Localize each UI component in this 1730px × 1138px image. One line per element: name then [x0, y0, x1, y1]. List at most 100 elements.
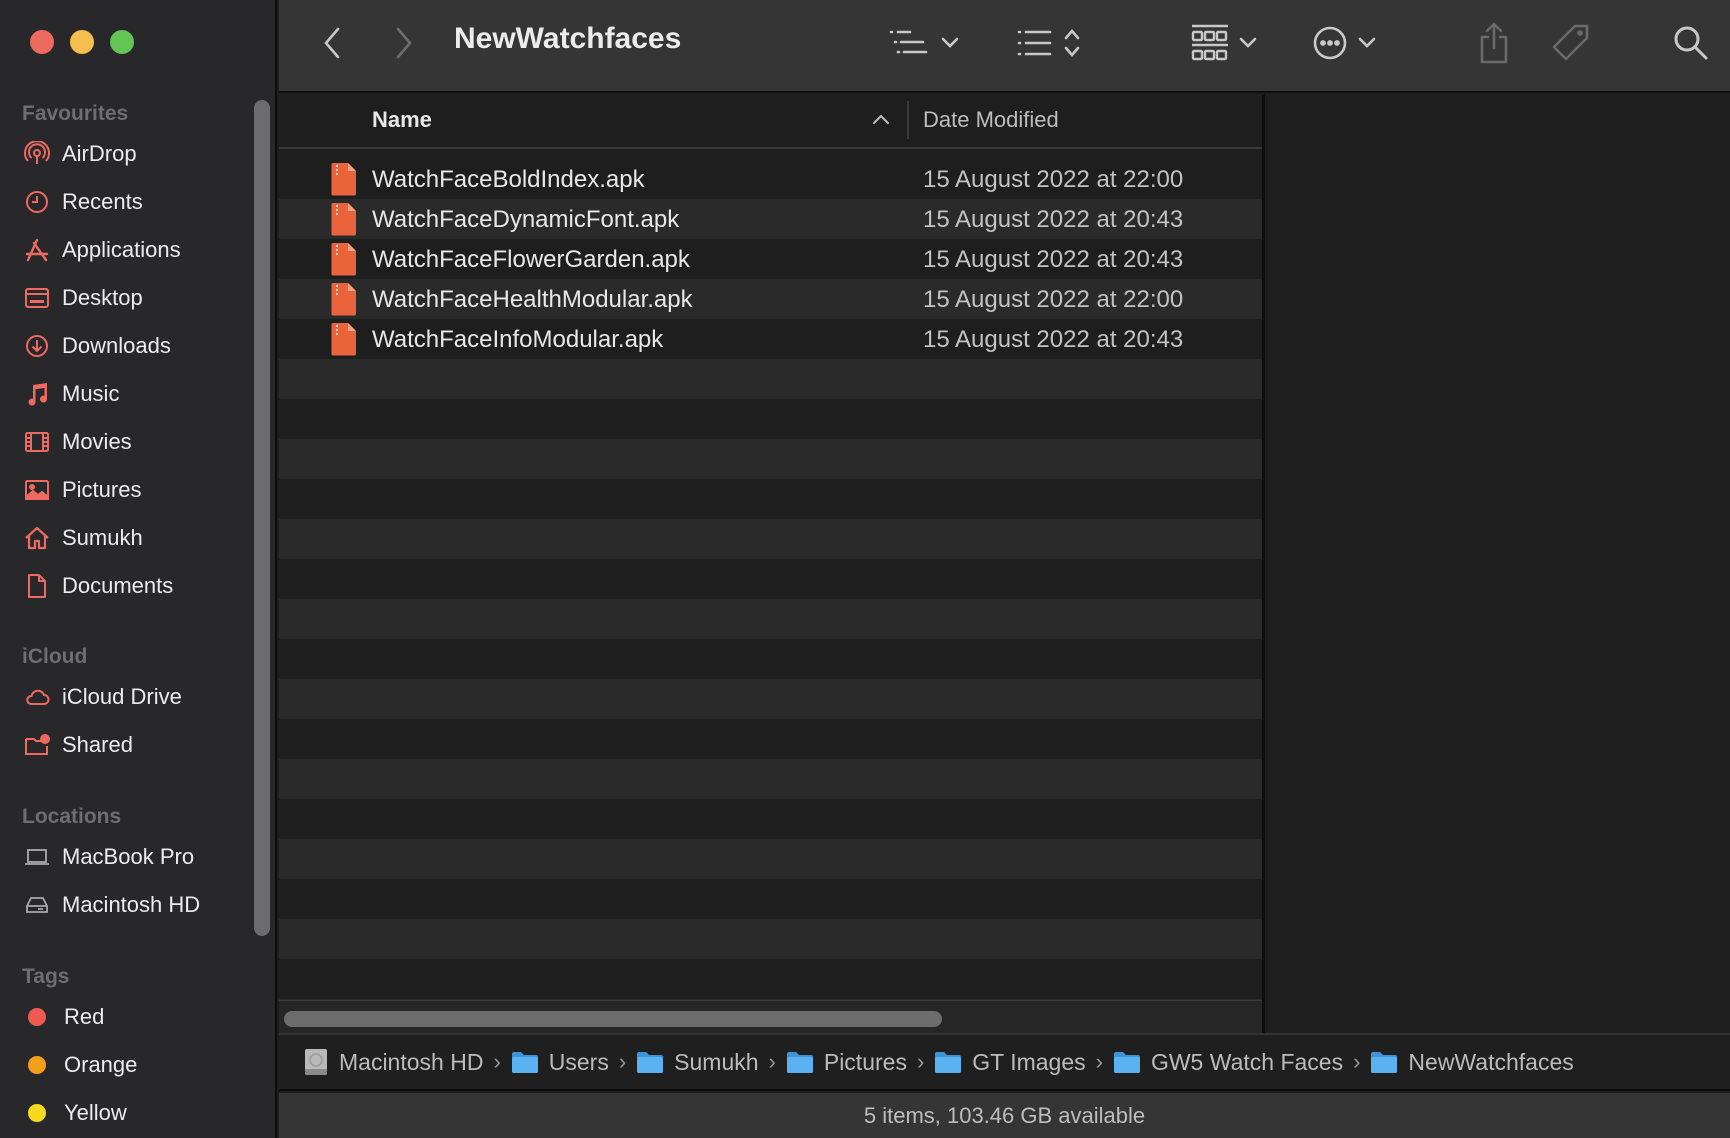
group-sort-button[interactable]: [1009, 20, 1089, 66]
sidebar-item-movies[interactable]: Movies: [22, 422, 250, 462]
empty-row: [279, 399, 1262, 439]
sidebar-scrollbar[interactable]: [254, 100, 270, 936]
forward-button[interactable]: [389, 20, 419, 66]
sidebar-item-downloads[interactable]: Downloads: [22, 326, 250, 366]
tag-icon: [1552, 24, 1589, 61]
folder-icon: [786, 1052, 813, 1073]
file-row[interactable]: WatchFaceDynamicFont.apk 15 August 2022 a…: [279, 199, 1262, 239]
empty-row: [279, 879, 1262, 919]
column-header-date-modified[interactable]: Date Modified: [923, 107, 1059, 133]
file-row[interactable]: WatchFaceBoldIndex.apk 15 August 2022 at …: [279, 159, 1262, 199]
file-row[interactable]: WatchFaceFlowerGarden.apk 15 August 2022 …: [279, 239, 1262, 279]
empty-row: [279, 599, 1262, 639]
archive-file-icon: [331, 163, 356, 196]
path-crumb-label: Users: [548, 1048, 609, 1075]
icon-grid-icon: [1191, 24, 1228, 61]
table-header: Name Date Modified: [279, 95, 1262, 149]
share-button[interactable]: [1474, 20, 1514, 66]
path-crumb[interactable]: NewWatchfaces: [1370, 1049, 1574, 1076]
empty-row: [279, 839, 1262, 879]
cloud-icon: [22, 682, 52, 712]
path-crumb[interactable]: Pictures: [786, 1049, 907, 1076]
shared-folder-icon: [22, 730, 52, 760]
archive-file-icon: [331, 283, 356, 316]
view-options-button[interactable]: [884, 20, 964, 66]
path-crumb-label: Sumukh: [674, 1048, 759, 1075]
sidebar-item-macintosh-hd[interactable]: Macintosh HD: [22, 885, 250, 925]
window-title: NewWatchfaces: [454, 22, 682, 55]
sidebar-section-icloud: iCloud: [22, 645, 88, 668]
file-name: WatchFaceFlowerGarden.apk: [372, 246, 690, 273]
path-crumb[interactable]: Users: [511, 1049, 609, 1076]
gallery-view-button[interactable]: [1184, 20, 1264, 66]
document-icon: [22, 571, 52, 601]
file-row[interactable]: WatchFaceHealthModular.apk 15 August 2022…: [279, 279, 1262, 319]
path-separator-icon: ›: [618, 1049, 627, 1074]
path-crumb[interactable]: Sumukh: [636, 1048, 759, 1076]
applications-icon: [22, 235, 52, 265]
sidebar-item-label: Downloads: [62, 333, 171, 358]
sidebar-item-macbook-pro[interactable]: MacBook Pro: [22, 837, 250, 877]
empty-row: [279, 799, 1262, 839]
chevron-down-icon: [1358, 37, 1376, 48]
search-button[interactable]: [1669, 20, 1713, 66]
sidebar-item-sumukh[interactable]: Sumukh: [22, 518, 250, 558]
sidebar-item-desktop[interactable]: Desktop: [22, 278, 250, 318]
back-button[interactable]: [317, 20, 347, 66]
clock-icon: [22, 187, 52, 217]
sidebar-item-pictures[interactable]: Pictures: [22, 470, 250, 510]
disk-icon: [305, 1049, 327, 1075]
file-row[interactable]: WatchFaceInfoModular.apk 15 August 2022 a…: [279, 319, 1262, 359]
horizontal-scrollbar[interactable]: [279, 1000, 1262, 1033]
archive-file-icon: [331, 243, 356, 276]
sidebar-item-label: Macintosh HD: [62, 892, 201, 917]
sidebar-item-music[interactable]: Music: [22, 374, 250, 414]
horizontal-scrollbar-thumb[interactable]: [284, 1011, 942, 1027]
path-crumb[interactable]: GT Images: [934, 1048, 1086, 1076]
sidebar-tag-orange[interactable]: Orange: [22, 1045, 250, 1085]
sort-ascending-icon[interactable]: [872, 113, 890, 125]
empty-row: [279, 759, 1262, 799]
sidebar-item-airdrop[interactable]: AirDrop: [22, 134, 250, 174]
empty-row: [279, 439, 1262, 479]
path-crumb[interactable]: GW5 Watch Faces: [1113, 1049, 1343, 1076]
sidebar-tag-yellow[interactable]: Yellow: [22, 1093, 250, 1133]
column-divider[interactable]: [907, 101, 909, 139]
file-date-modified: 15 August 2022 at 20:43: [923, 246, 1184, 273]
zoom-window-button[interactable]: [110, 30, 134, 54]
folder-icon: [935, 1052, 962, 1073]
empty-row: [279, 519, 1262, 559]
status-bar: 5 items, 103.46 GB available: [279, 1093, 1730, 1138]
sidebar-item-shared[interactable]: Shared: [22, 725, 250, 765]
sidebar-item-label: AirDrop: [62, 141, 137, 166]
tag-button[interactable]: [1549, 20, 1593, 66]
path-separator-icon: ›: [916, 1049, 925, 1074]
path-crumb[interactable]: Macintosh HD: [303, 1048, 483, 1076]
file-date-modified: 15 August 2022 at 22:00: [923, 286, 1184, 313]
sidebar-item-label: Red: [64, 1004, 105, 1029]
action-menu-button[interactable]: [1304, 20, 1384, 66]
sidebar-item-applications[interactable]: Applications: [22, 230, 250, 270]
minimize-window-button[interactable]: [70, 30, 94, 54]
empty-row: [279, 479, 1262, 519]
search-icon: [1674, 26, 1708, 60]
sidebar-item-label: Desktop: [62, 285, 143, 310]
sidebar-item-icloud-drive[interactable]: iCloud Drive: [22, 677, 250, 717]
red-tag-dot-icon: [28, 1008, 46, 1026]
close-window-button[interactable]: [30, 30, 54, 54]
path-crumb-label: GW5 Watch Faces: [1150, 1048, 1344, 1075]
sidebar-item-label: Sumukh: [62, 525, 143, 550]
sidebar-item-recents[interactable]: Recents: [22, 182, 250, 222]
airdrop-icon: [22, 139, 52, 169]
chevron-down-icon: [1239, 37, 1257, 48]
sidebar-item-label: Music: [62, 381, 120, 406]
path-separator-icon: ›: [768, 1049, 776, 1074]
back-icon: [324, 27, 340, 59]
empty-row: [279, 639, 1262, 679]
preview-pane: [1265, 95, 1730, 1033]
sidebar-item-documents[interactable]: Documents: [22, 566, 250, 606]
path-crumb-label: GT Images: [972, 1048, 1086, 1075]
folder-icon: [511, 1052, 538, 1073]
sidebar-tag-red[interactable]: Red: [22, 997, 250, 1037]
column-header-name[interactable]: Name: [372, 107, 432, 133]
